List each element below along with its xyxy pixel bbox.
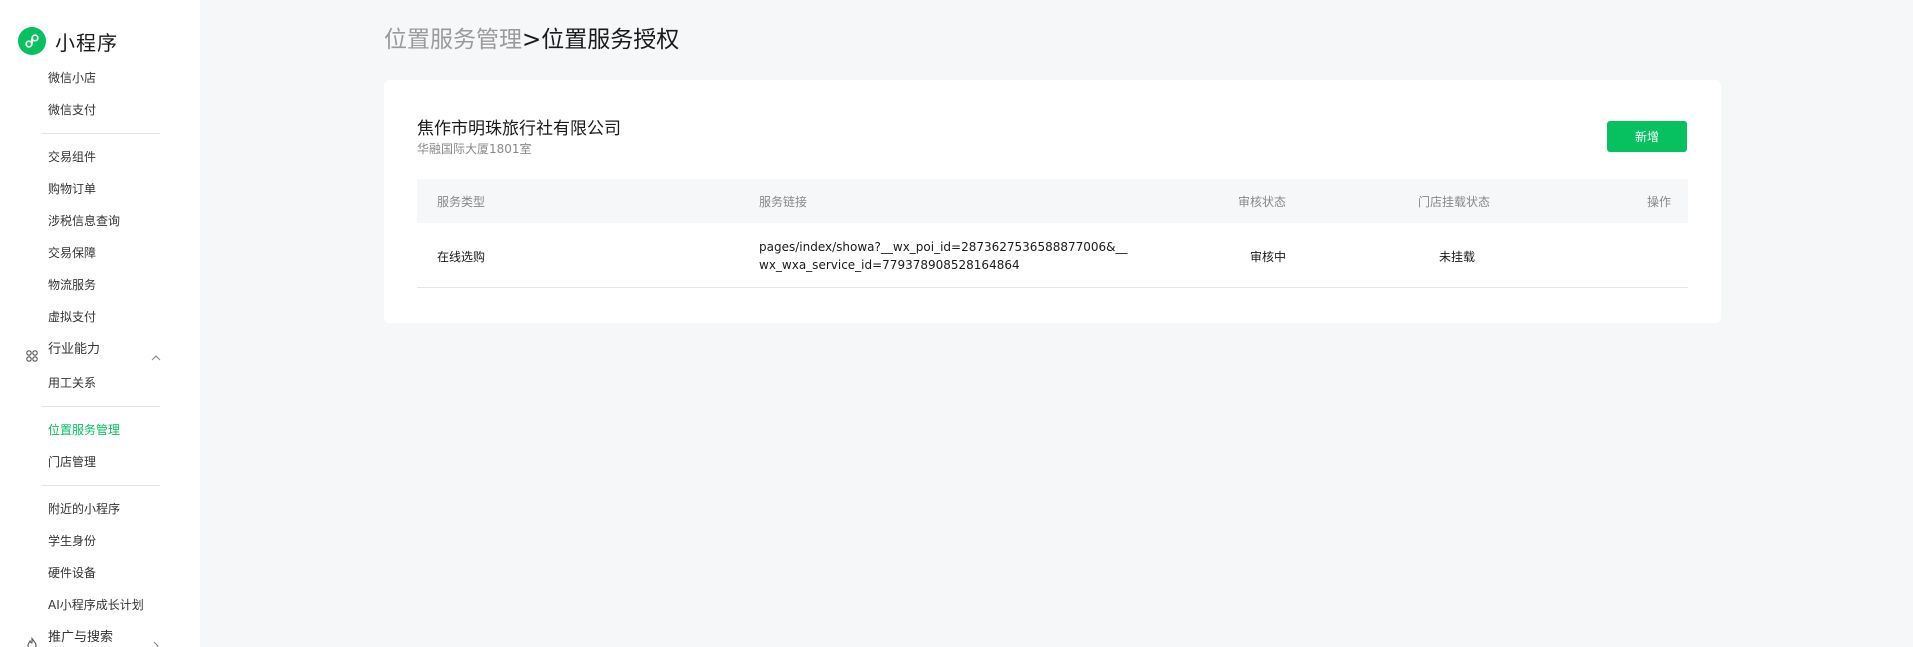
chevron-right-icon: [150, 632, 162, 647]
page-title: 位置服务管理>位置服务授权: [384, 20, 679, 54]
breadcrumb-parent[interactable]: 位置服务管理: [384, 27, 522, 53]
column-header-service-type: 服务类型: [437, 195, 486, 209]
sidebar-group-label: 推广与搜索: [48, 630, 114, 645]
column-header-mount-status: 门店挂载状态: [1418, 195, 1491, 209]
sidebar-group[interactable]: 推广与搜索: [0, 621, 200, 647]
cell-review-status: 审核中: [1250, 250, 1287, 264]
sidebar-item[interactable]: AI小程序成长计划: [0, 589, 200, 621]
sidebar-item[interactable]: 交易组件: [0, 141, 200, 173]
flame-icon: [25, 631, 39, 647]
sidebar-item[interactable]: 位置服务管理: [0, 414, 200, 446]
sidebar-divider: [42, 133, 160, 134]
mini-program-logo-icon: [18, 27, 46, 55]
sidebar-item[interactable]: 微信小店: [0, 62, 200, 94]
brand-title: 小程序: [55, 30, 118, 55]
column-header-service-link: 服务链接: [759, 195, 808, 209]
table-header: 服务类型 服务链接 审核状态 门店挂载状态 操作: [417, 179, 1688, 223]
sidebar-item[interactable]: 购物订单: [0, 173, 200, 205]
sidebar-divider: [42, 485, 160, 486]
store-name: 焦作市明珠旅行社有限公司: [417, 119, 621, 139]
sidebar: 小程序 微信小店 微信支付交易组件 购物订单 涉税信息查询 交易保障 物流服务 虚拟支付行业…: [0, 0, 200, 647]
industry-icon: [25, 343, 39, 362]
store-card: 焦作市明珠旅行社有限公司 华融国际大厦1801室 新增 服务类型 服务链接 审核…: [384, 80, 1721, 323]
sidebar-item[interactable]: 附近的小程序: [0, 493, 200, 525]
column-header-action: 操作: [1647, 195, 1672, 209]
chevron-up-icon: [150, 344, 162, 361]
sidebar-item[interactable]: 交易保障: [0, 237, 200, 269]
cell-service-type: 在线选购: [437, 250, 486, 264]
store-address: 华融国际大厦1801室: [417, 142, 532, 156]
sidebar-divider: [42, 406, 160, 407]
sidebar-item[interactable]: 虚拟支付: [0, 301, 200, 333]
sidebar-group-label: 行业能力: [48, 342, 101, 357]
sidebar-nav: 微信小店 微信支付交易组件 购物订单 涉税信息查询 交易保障 物流服务 虚拟支付行业能力用工…: [0, 62, 200, 647]
cell-service-link: pages/index/showa?__wx_poi_id=2873627536…: [759, 240, 1128, 272]
breadcrumb-current: 位置服务授权: [541, 27, 680, 53]
cell-mount-status: 未挂载: [1439, 250, 1476, 264]
table-row: 在线选购 pages/index/showa?__wx_poi_id=28736…: [417, 223, 1688, 288]
add-button[interactable]: 新增: [1607, 121, 1687, 152]
sidebar-item[interactable]: 物流服务: [0, 269, 200, 301]
sidebar-item[interactable]: 学生身份: [0, 525, 200, 557]
sidebar-group[interactable]: 行业能力: [0, 333, 200, 367]
sidebar-item[interactable]: 门店管理: [0, 446, 200, 478]
column-header-review-status: 审核状态: [1238, 195, 1287, 209]
sidebar-item[interactable]: 微信支付: [0, 94, 200, 126]
brand[interactable]: 小程序: [18, 26, 118, 56]
sidebar-item[interactable]: 硬件设备: [0, 557, 200, 589]
service-table: 服务类型 服务链接 审核状态 门店挂载状态 操作 在线选购 pages/inde…: [417, 179, 1688, 288]
breadcrumb-separator: >: [522, 27, 542, 53]
sidebar-item[interactable]: 用工关系: [0, 367, 200, 399]
sidebar-item[interactable]: 涉税信息查询: [0, 205, 200, 237]
